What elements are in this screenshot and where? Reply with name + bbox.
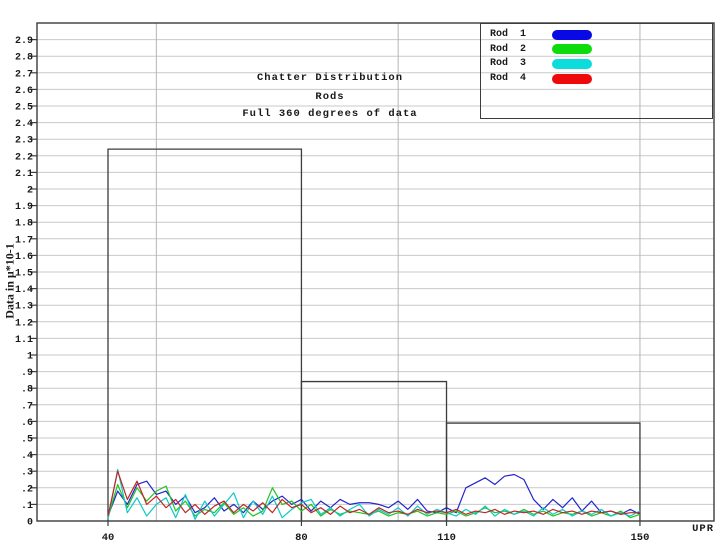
- svg-text:2.9: 2.9: [15, 36, 33, 47]
- y-axis-tick-labels: 0 .1 .2 .3 .4 .5 .6 .7 .8 .9 1 1.1 1.2 1.3 1.4 1.5 1.6 1.…: [15, 36, 33, 528]
- svg-text:2.2: 2.2: [15, 152, 33, 163]
- svg-text:2.7: 2.7: [15, 69, 33, 80]
- svg-text:2.1: 2.1: [15, 169, 33, 180]
- svg-text:1: 1: [27, 352, 33, 363]
- svg-text:.6: .6: [21, 418, 33, 429]
- chart-title-line1: Chatter Distribution: [130, 72, 530, 84]
- svg-text:.2: .2: [21, 484, 33, 495]
- legend-entry-rod-1: Rod 1: [481, 28, 712, 41]
- x-axis-tick-labels: 40 80 110 150: [102, 532, 650, 544]
- legend-swatch-rod-4: [552, 74, 592, 84]
- chart-canvas: 0 .1 .2 .3 .4 .5 .6 .7 .8 .9 1 1.1 1.2 1.3 1.4 1.5 1.6 1.…: [0, 0, 723, 545]
- svg-text:2.8: 2.8: [15, 53, 33, 64]
- svg-text:1.4: 1.4: [15, 285, 33, 296]
- svg-text:110: 110: [437, 532, 456, 544]
- legend-swatch-rod-3: [552, 59, 592, 69]
- svg-text:2.5: 2.5: [15, 103, 33, 114]
- envelope-bin: [108, 149, 301, 521]
- svg-text:1.8: 1.8: [15, 219, 33, 230]
- legend-entry-label: Rod 4: [481, 73, 552, 84]
- legend: Rod 1 Rod 2 Rod 3 Rod 4: [480, 23, 713, 119]
- svg-text:0: 0: [27, 518, 33, 529]
- svg-text:.3: .3: [21, 468, 33, 479]
- chart-title-line3: Full 360 degrees of data: [130, 108, 530, 120]
- trace-rod-4: [108, 471, 640, 516]
- svg-text:.8: .8: [21, 385, 33, 396]
- trace-rod-1: [108, 475, 640, 517]
- svg-text:1.3: 1.3: [15, 302, 33, 313]
- svg-text:.9: .9: [21, 368, 33, 379]
- envelope-bins: [108, 149, 640, 521]
- legend-entry-rod-3: Rod 3: [481, 57, 712, 70]
- svg-text:150: 150: [631, 532, 650, 544]
- svg-text:2.4: 2.4: [15, 119, 33, 130]
- svg-text:2: 2: [27, 186, 33, 197]
- legend-entry-label: Rod 3: [481, 58, 552, 69]
- chart-title-line2: Rods: [130, 91, 530, 103]
- legend-entry-label: Rod 1: [481, 29, 552, 40]
- envelope-bin: [301, 382, 446, 521]
- svg-text:2.3: 2.3: [15, 136, 33, 147]
- svg-text:.5: .5: [21, 435, 33, 446]
- legend-swatch-rod-1: [552, 30, 592, 40]
- svg-text:1.9: 1.9: [15, 202, 33, 213]
- svg-text:40: 40: [102, 532, 115, 544]
- legend-swatch-rod-2: [552, 44, 592, 54]
- svg-text:1.1: 1.1: [15, 335, 33, 346]
- svg-text:.1: .1: [21, 501, 33, 512]
- svg-text:1.6: 1.6: [15, 252, 33, 263]
- svg-text:1.5: 1.5: [15, 269, 33, 280]
- svg-text:2.6: 2.6: [15, 86, 33, 97]
- legend-entry-label: Rod 2: [481, 44, 552, 55]
- x-axis-unit-label: UPR: [652, 523, 714, 535]
- legend-entry-rod-2: Rod 2: [481, 43, 712, 56]
- svg-text:1.7: 1.7: [15, 235, 33, 246]
- y-axis-label: Data in µ*10-1: [3, 243, 18, 319]
- svg-text:1.2: 1.2: [15, 318, 33, 329]
- svg-text:80: 80: [295, 532, 308, 544]
- svg-text:.4: .4: [21, 451, 33, 462]
- x-axis-ticks: [108, 521, 640, 526]
- legend-entry-rod-4: Rod 4: [481, 72, 712, 85]
- svg-text:.7: .7: [21, 401, 33, 412]
